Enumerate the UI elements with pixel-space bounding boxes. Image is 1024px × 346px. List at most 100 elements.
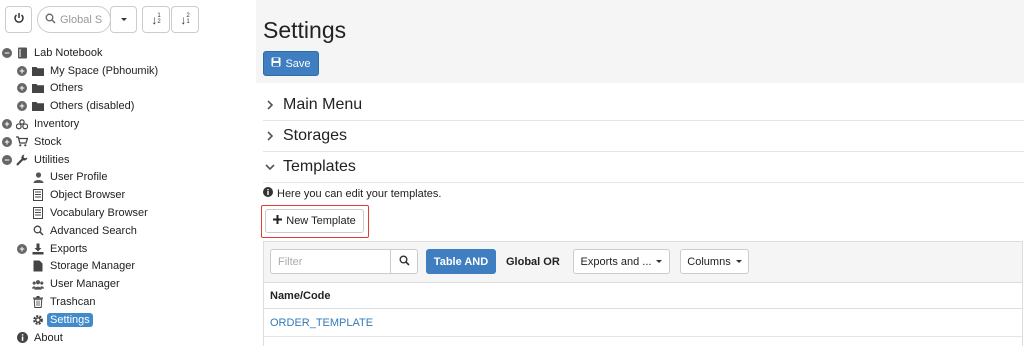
save-label: Save (285, 57, 311, 70)
trash-icon (32, 296, 44, 309)
search-icon (45, 13, 56, 27)
collapse-icon[interactable]: − (2, 154, 12, 165)
section-storages[interactable]: Storages (263, 121, 1024, 152)
sidebar-item-user-manager[interactable]: User Manager (0, 275, 256, 293)
caret-down-icon (120, 18, 127, 21)
sort-descending-button[interactable]: ↓ 2 1 (171, 6, 199, 33)
columns-label: Columns (687, 255, 731, 268)
sidebar-item-utilities[interactable]: − Utilities (0, 151, 256, 169)
new-template-button[interactable]: New Template (265, 209, 364, 233)
folder-icon (32, 100, 44, 112)
sidebar-item-label: Storage Manager (50, 260, 135, 273)
sidebar-item-label: User Manager (50, 278, 120, 291)
info-icon (263, 187, 273, 200)
sidebar-item-exports[interactable]: + Exports (0, 240, 256, 258)
columns-dropdown[interactable]: Columns (680, 249, 749, 274)
sidebar-item-label: Lab Notebook (34, 46, 103, 59)
power-button[interactable] (5, 6, 32, 33)
sidebar-item-user-profile[interactable]: User Profile (0, 169, 256, 187)
expand-icon[interactable]: + (2, 119, 12, 130)
global-search[interactable] (37, 6, 111, 33)
sidebar-item-my-space-pbhoumik[interactable]: + My Space (Pbhoumik) (0, 62, 256, 80)
expand-icon[interactable]: + (17, 65, 27, 76)
sidebar-item-others-disabled[interactable]: + Others (disabled) (0, 97, 256, 115)
section-title: Main Menu (283, 96, 363, 113)
sidebar-item-inventory[interactable]: + Inventory (0, 115, 256, 133)
chevron-right-icon (263, 129, 277, 143)
sidebar-item-label: My Space (Pbhoumik) (50, 64, 159, 77)
search-icon (32, 225, 44, 237)
sidebar-item-others[interactable]: + Others (0, 80, 256, 98)
sidebar-item-settings[interactable]: Settings (0, 311, 256, 329)
sidebar-item-label: Stock (34, 135, 62, 148)
filter-input[interactable] (270, 249, 390, 274)
sidebar-item-label: User Profile (50, 171, 108, 184)
expand-icon[interactable]: + (17, 243, 27, 254)
section-templates[interactable]: Templates (263, 152, 1024, 183)
sidebar-item-label: Vocabulary Browser (50, 207, 148, 220)
collapse-icon[interactable]: − (2, 47, 12, 58)
sidebar-item-label: Advanced Search (50, 224, 137, 237)
chevron-right-icon (263, 98, 277, 112)
plus-icon (273, 215, 283, 227)
table-row[interactable]: ORDER_TEMPLATE (264, 309, 1022, 337)
info-icon (16, 332, 28, 344)
sidebar-item-advanced-search[interactable]: Advanced Search (0, 222, 256, 240)
templates-info: Here you can edit your templates. (263, 187, 441, 200)
sort-descending-icon: ↓ 2 1 (180, 12, 190, 27)
sort-ascending-button[interactable]: ↓ 1 2 (142, 6, 170, 33)
sidebar-item-about[interactable]: About (0, 329, 256, 346)
page-title: Settings (263, 17, 347, 43)
sidebar-item-trashcan[interactable]: Trashcan (0, 293, 256, 311)
sidebar-item-stock[interactable]: + Stock (0, 133, 256, 151)
sort-ascending-icon: ↓ 1 2 (151, 12, 161, 27)
sidebar-item-storage-manager[interactable]: Storage Manager (0, 258, 256, 276)
folder-icon (32, 65, 44, 77)
exports-dropdown[interactable]: Exports and ... (573, 249, 670, 274)
sidebar-item-label: Others (disabled) (50, 100, 135, 113)
power-icon (13, 12, 25, 27)
global-or-button[interactable]: Global OR (506, 249, 560, 274)
save-button[interactable]: Save (263, 51, 319, 76)
section-main-menu[interactable]: Main Menu (263, 90, 1024, 121)
template-link[interactable]: ORDER_TEMPLATE (270, 317, 373, 329)
sidebar-item-label: Inventory (34, 118, 80, 131)
expand-icon[interactable]: + (17, 101, 27, 112)
sidebar-item-label: About (34, 331, 63, 344)
sidebar-item-label: Utilities (34, 153, 70, 166)
new-template-label: New Template (286, 215, 356, 227)
notebook-icon (16, 47, 28, 59)
section-title: Templates (283, 158, 356, 175)
search-options-dropdown[interactable] (110, 6, 137, 33)
export-icon (32, 243, 44, 255)
expand-icon[interactable]: + (17, 83, 27, 94)
sidebar-item-label: Others (50, 82, 84, 95)
inventory-icon (16, 118, 28, 130)
sidebar-item-label: Object Browser (50, 189, 126, 202)
chevron-down-icon (263, 160, 277, 174)
column-header-name-code[interactable]: Name/Code (264, 282, 1022, 309)
table-and-button[interactable]: Table AND (426, 249, 496, 274)
floppy-icon (271, 57, 281, 70)
sidebar-item-label: Settings (47, 312, 93, 327)
sidebar-item-object-browser[interactable]: Object Browser (0, 186, 256, 204)
sidebar-item-vocabulary-browser[interactable]: Vocabulary Browser (0, 204, 256, 222)
cart-icon (16, 136, 28, 148)
wrench-icon (16, 154, 28, 166)
sidebar-item-lab-notebook[interactable]: − Lab Notebook (0, 44, 256, 62)
users-icon (32, 278, 44, 290)
exports-label: Exports and ... (580, 255, 652, 268)
main-content: Settings Save Main Menu Storages Templat… (256, 0, 1024, 346)
folder-icon (32, 82, 44, 94)
document-icon (32, 260, 44, 272)
global-search-input[interactable] (60, 13, 108, 26)
templates-grid: Table AND Global OR Exports and ... Colu… (263, 241, 1023, 346)
filter-search-button[interactable] (390, 249, 418, 274)
sidebar-item-label: Trashcan (50, 296, 96, 309)
gear-icon (32, 314, 44, 326)
expand-icon[interactable]: + (2, 136, 12, 147)
list-icon (32, 207, 44, 220)
sidebar-item-label: Exports (50, 242, 88, 255)
caret-down-icon (735, 260, 742, 263)
navigation-tree: − Lab Notebook + My Space (Pbhoumik) + Others… (0, 44, 256, 346)
